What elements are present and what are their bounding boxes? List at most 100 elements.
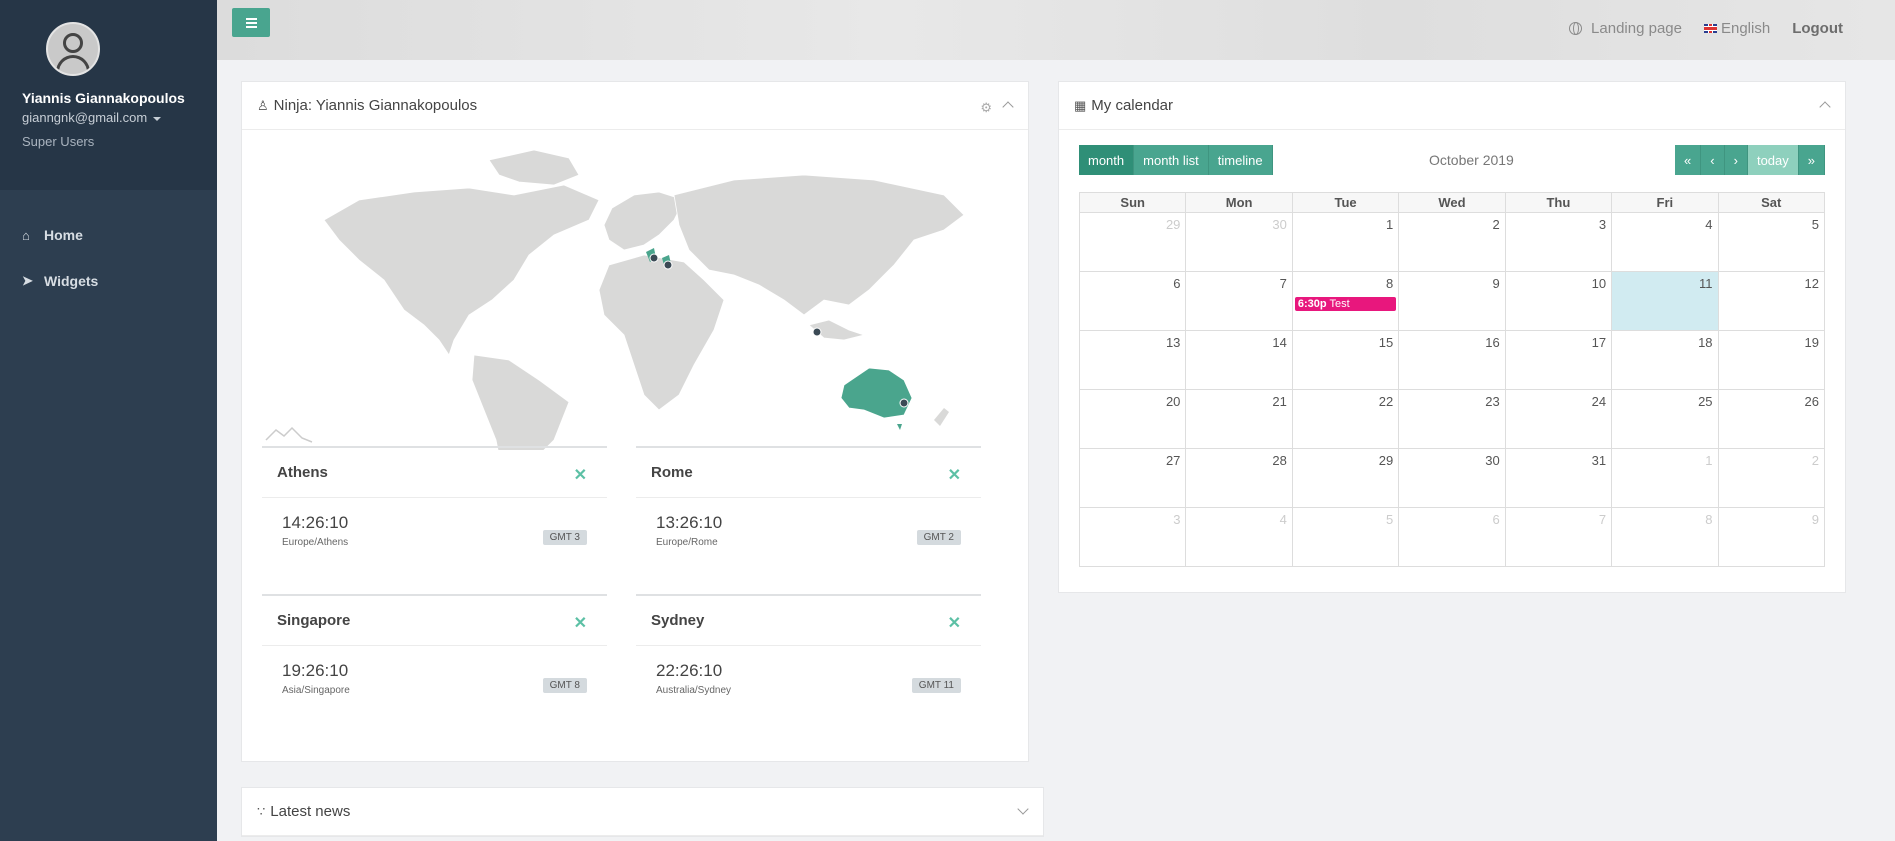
calendar-day-cell[interactable]: 24 [1504, 389, 1613, 449]
calendar-day-cell[interactable]: 9 [1398, 271, 1506, 331]
next-year-button[interactable]: » [1798, 145, 1825, 175]
weekday-header: Sun [1078, 192, 1187, 213]
menu-toggle-button[interactable] [232, 8, 270, 37]
calendar-day-cell[interactable]: 25 [1611, 389, 1719, 449]
user-email-dropdown[interactable]: gianngnk@gmail.com [22, 110, 195, 125]
user-icon: ♙ [257, 97, 269, 113]
uk-flag-icon [1703, 24, 1717, 33]
chevron-right-icon: › [1733, 152, 1738, 168]
view-timeline-button[interactable]: timeline [1208, 145, 1273, 175]
calendar-day-cell[interactable]: 5 [1291, 507, 1400, 567]
athens-marker[interactable] [663, 260, 673, 270]
calendar-day-cell[interactable]: 6 [1398, 507, 1506, 567]
calendar-day-cell[interactable]: 9 [1717, 507, 1826, 567]
rocket-icon: ➤ [22, 273, 33, 288]
city-time: 22:26:10 [656, 661, 723, 680]
calendar-day-cell[interactable]: 1 [1611, 448, 1719, 508]
gmt-badge: GMT 8 [542, 678, 587, 693]
calendar-day-cell[interactable]: 4 [1185, 507, 1293, 567]
calendar-day-cell[interactable]: 29 [1078, 212, 1187, 272]
view-month-list-button[interactable]: month list [1134, 145, 1209, 175]
view-month-button[interactable]: month [1079, 145, 1135, 175]
today-button[interactable]: today [1747, 145, 1799, 175]
settings-icon[interactable]: ⚙ [980, 100, 992, 116]
day-number: 7 [1279, 276, 1287, 291]
calendar-day-cell[interactable]: 18 [1611, 330, 1719, 390]
calendar-day-cell[interactable]: 15 [1291, 330, 1400, 390]
next-month-button[interactable]: › [1724, 145, 1748, 175]
avatar[interactable] [46, 22, 100, 76]
calendar-day-cell[interactable]: 17 [1504, 330, 1613, 390]
calendar-day-cell[interactable]: 14 [1185, 330, 1293, 390]
calendar-day-cell[interactable]: 21 [1185, 389, 1293, 449]
day-number: 22 [1378, 394, 1394, 409]
calendar-week-row: 3 4 5 6 7 8 9 [1078, 507, 1826, 567]
calendar-day-cell[interactable]: 7 [1504, 507, 1613, 567]
calendar-day-cell[interactable]: 5 [1717, 212, 1826, 272]
calendar-day-cell[interactable]: 8 6:30p Test [1291, 271, 1400, 331]
city-name: Sydney [651, 612, 705, 629]
calendar-day-cell[interactable]: 2 [1398, 212, 1506, 272]
day-number: 31 [1591, 453, 1607, 468]
calendar-day-cell[interactable]: 20 [1078, 389, 1187, 449]
day-number: 24 [1591, 394, 1607, 409]
sydney-marker[interactable] [899, 398, 909, 408]
calendar-day-cell[interactable]: 10 [1504, 271, 1613, 331]
rome-marker[interactable] [649, 253, 659, 263]
calendar-day-cell[interactable]: 4 [1611, 212, 1719, 272]
calendar-day-cell[interactable]: 16 [1398, 330, 1506, 390]
caret-down-icon [153, 116, 162, 121]
calendar-day-cell[interactable]: 28 [1185, 448, 1293, 508]
day-number: 2 [1811, 453, 1819, 468]
close-icon[interactable]: ✕ [948, 613, 961, 633]
calendar-day-cell[interactable]: 27 [1078, 448, 1187, 508]
world-map[interactable] [264, 140, 1014, 450]
calendar-day-cell[interactable]: 26 [1717, 389, 1826, 449]
language-selector[interactable]: English [1703, 20, 1770, 37]
prev-year-button[interactable]: « [1675, 145, 1702, 175]
north-america-shape [323, 184, 600, 356]
close-icon[interactable]: ✕ [574, 465, 587, 485]
sidebar-item-label: Widgets [44, 273, 99, 289]
city-timezone: Europe/Athens [282, 537, 349, 548]
calendar-day-cell[interactable]: 2 [1717, 448, 1826, 508]
day-number: 1 [1386, 217, 1394, 232]
calendar-day-cell[interactable]: 30 [1185, 212, 1293, 272]
calendar-day-cell[interactable]: 29 [1291, 448, 1400, 508]
city-card-athens: Athens ✕ 14:26:10 Europe/Athens GMT 3 [262, 446, 607, 586]
calendar-day-cell[interactable]: 30 [1398, 448, 1506, 508]
sidebar-item-widgets[interactable]: ➤ Widgets [0, 258, 217, 304]
weekday-header-row: Sun Mon Tue Wed Thu Fri Sat [1078, 192, 1826, 213]
calendar-day-cell[interactable]: 13 [1078, 330, 1187, 390]
map-zoom-icon[interactable] [265, 426, 313, 443]
calendar-day-cell[interactable]: 31 [1504, 448, 1613, 508]
calendar-day-cell[interactable]: 6 [1078, 271, 1187, 331]
close-icon[interactable]: ✕ [948, 465, 961, 485]
weekday-header: Sat [1717, 192, 1826, 213]
calendar-day-cell[interactable]: 3 [1504, 212, 1613, 272]
calendar-day-cell[interactable]: 12 [1717, 271, 1826, 331]
calendar-day-cell[interactable]: 19 [1717, 330, 1826, 390]
singapore-marker[interactable] [812, 327, 822, 337]
logout-link[interactable]: Logout [1792, 20, 1843, 37]
calendar-event[interactable]: 6:30p Test [1294, 297, 1397, 311]
calendar-day-cell[interactable]: 8 [1611, 507, 1719, 567]
calendar-day-cell[interactable]: 11 [1611, 271, 1719, 331]
home-icon: ⌂ [22, 227, 30, 243]
calendar-day-cell[interactable]: 3 [1078, 507, 1187, 567]
landing-page-link[interactable]: Landing page [1569, 20, 1682, 37]
sidebar-item-home[interactable]: ⌂ Home [0, 212, 217, 258]
calendar-day-cell[interactable]: 23 [1398, 389, 1506, 449]
day-number: 25 [1698, 394, 1713, 409]
city-time: 14:26:10 [282, 513, 349, 532]
prev-month-button[interactable]: ‹ [1701, 145, 1725, 175]
calendar-day-cell[interactable]: 7 [1185, 271, 1293, 331]
day-number: 5 [1811, 217, 1819, 232]
calendar-day-cell[interactable]: 22 [1291, 389, 1400, 449]
close-icon[interactable]: ✕ [574, 613, 587, 633]
day-number: 20 [1165, 394, 1181, 409]
calendar-day-cell[interactable]: 1 [1291, 212, 1400, 272]
city-header: Athens ✕ [262, 448, 607, 498]
double-chevron-right-icon: » [1807, 152, 1815, 168]
day-number: 9 [1492, 276, 1500, 291]
